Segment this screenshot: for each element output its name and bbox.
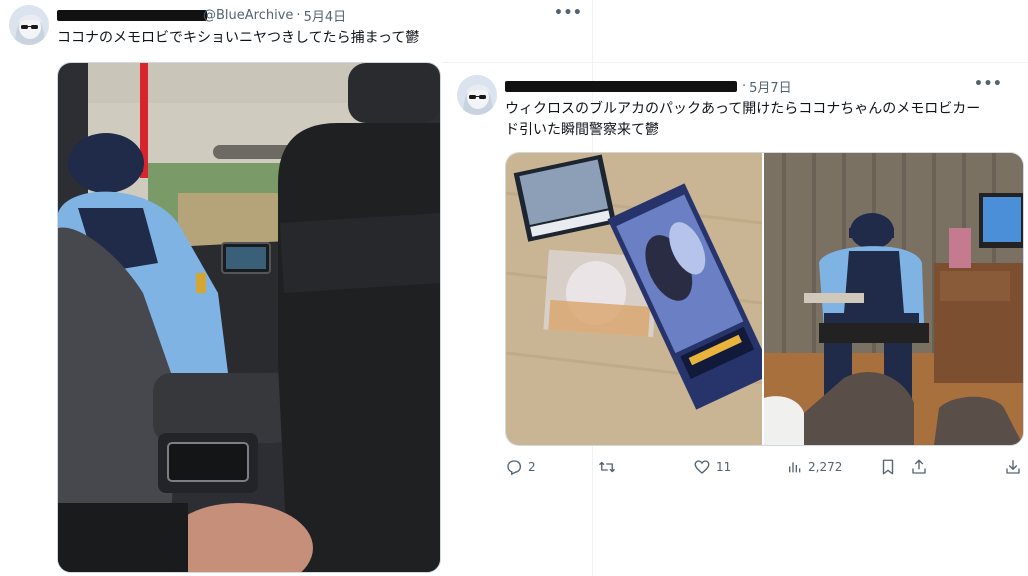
share-button[interactable]: [910, 458, 933, 476]
more-icon[interactable]: •••: [974, 75, 1002, 97]
views-button[interactable]: 2,272: [787, 458, 842, 476]
separator-dot: ·: [296, 7, 301, 23]
views-count: 2,272: [808, 460, 843, 474]
bookmark-icon: [882, 459, 894, 475]
tweet-image-police[interactable]: [764, 153, 1023, 445]
download-icon: [1006, 460, 1020, 474]
tweet-header: · 5月7日: [505, 75, 792, 97]
separator-dot: ·: [742, 78, 747, 94]
tweet-image-cards[interactable]: [506, 153, 774, 445]
reply-count: 2: [528, 460, 536, 474]
tweet-header: @BlueArchive · 5月4日: [57, 4, 346, 26]
bookmark-button[interactable]: [879, 458, 902, 476]
repost-icon: [599, 461, 615, 473]
download-button[interactable]: [1004, 458, 1027, 476]
tweet-date[interactable]: 5月4日: [304, 6, 347, 25]
views-icon: [789, 462, 801, 473]
repost-button[interactable]: [597, 458, 622, 476]
like-count: 11: [716, 460, 732, 474]
share-icon: [912, 459, 926, 474]
tweet-text-line-1: ウィクロスのブルアカのパックあって開けたらココナちゃんのメモロビカー: [505, 101, 981, 117]
more-icon[interactable]: •••: [554, 4, 582, 26]
display-name-redacted[interactable]: [57, 9, 207, 21]
tweet-2[interactable]: · 5月7日 ••• ウィクロスのブルアカのパックあって開けたらココナちゃんのメ…: [442, 62, 1028, 576]
avatar[interactable]: [9, 5, 49, 45]
tweet-date[interactable]: 5月7日: [749, 77, 792, 96]
reply-icon: [507, 460, 522, 476]
like-icon: [694, 460, 710, 474]
like-button[interactable]: 11: [693, 458, 731, 476]
tweet-media-grid: [505, 152, 1024, 446]
display-name-redacted[interactable]: [505, 80, 737, 92]
reply-button[interactable]: 2: [505, 458, 536, 476]
user-handle[interactable]: @BlueArchive: [203, 8, 293, 23]
tweet-text-line-2: ド引いた瞬間警察来て鬱: [505, 122, 659, 138]
tweet-image[interactable]: [57, 62, 441, 573]
avatar[interactable]: [457, 75, 497, 115]
tweet-text: ココナのメモロビでキショいニヤつきしてたら捕まって鬱: [57, 30, 420, 46]
